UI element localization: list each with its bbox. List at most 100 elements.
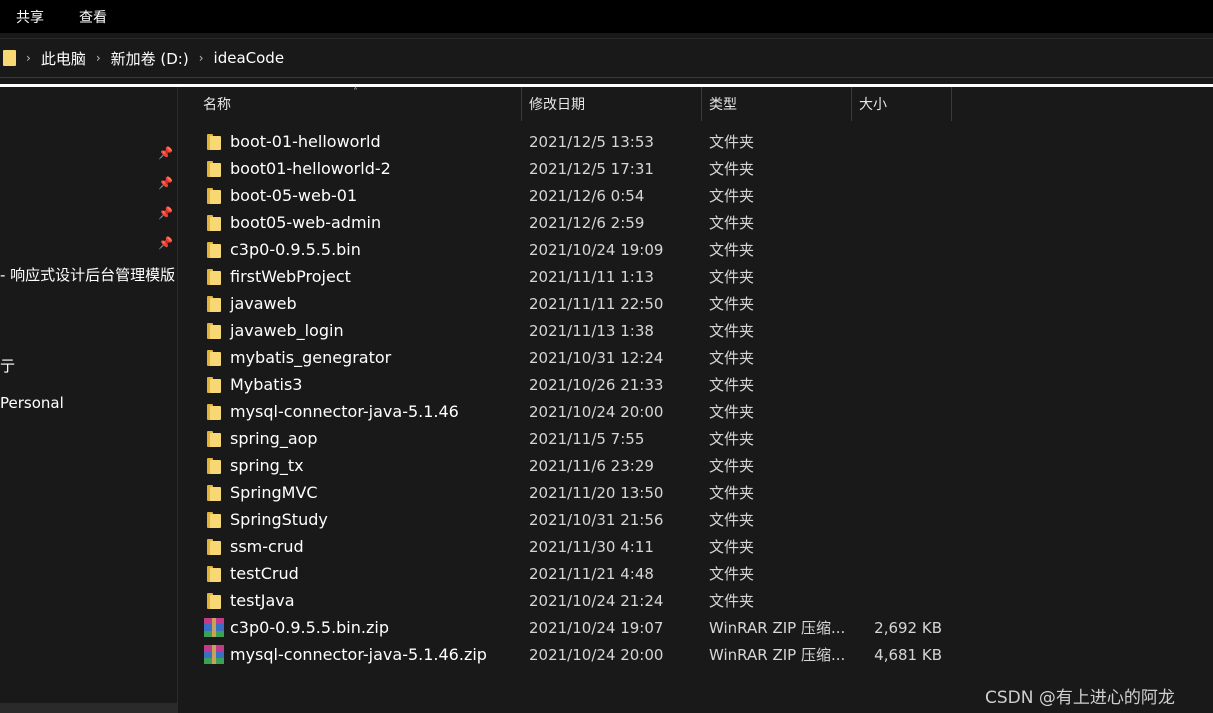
file-name: c3p0-0.9.5.5.bin.zip	[230, 618, 389, 637]
file-row[interactable]: spring_tx 2021/11/6 23:29 文件夹	[179, 452, 1213, 479]
file-name: ssm-crud	[230, 537, 304, 556]
chevron-right-icon[interactable]: ›	[26, 51, 31, 65]
file-type: 文件夹	[709, 160, 755, 178]
file-date: 2021/11/11 1:13	[529, 267, 654, 286]
file-date: 2021/12/5 17:31	[529, 159, 654, 178]
file-size	[859, 344, 942, 371]
file-row[interactable]: testCrud 2021/11/21 4:48 文件夹	[179, 560, 1213, 587]
breadcrumb-drive-d[interactable]: 新加卷 (D:)	[111, 48, 189, 69]
file-date: 2021/11/20 13:50	[529, 483, 664, 502]
folder-icon	[207, 539, 221, 555]
folder-icon	[207, 593, 221, 609]
file-name: testJava	[230, 591, 295, 610]
chevron-right-icon[interactable]: ›	[96, 51, 101, 65]
file-type: 文件夹	[709, 538, 755, 556]
file-row[interactable]: javaweb_login 2021/11/13 1:38 文件夹	[179, 317, 1213, 344]
tab-view[interactable]: 查看	[79, 7, 107, 27]
file-date: 2021/10/24 20:00	[529, 645, 664, 664]
file-row[interactable]: firstWebProject 2021/11/11 1:13 文件夹	[179, 263, 1213, 290]
file-size	[859, 425, 942, 452]
file-row[interactable]: javaweb 2021/11/11 22:50 文件夹	[179, 290, 1213, 317]
file-name: firstWebProject	[230, 267, 351, 286]
file-row[interactable]: c3p0-0.9.5.5.bin.zip 2021/10/24 19:07 WinR…	[179, 614, 1213, 641]
file-date: 2021/12/5 13:53	[529, 132, 654, 151]
file-row[interactable]: boot05-web-admin 2021/12/6 2:59 文件夹	[179, 209, 1213, 236]
winrar-zip-icon	[204, 645, 224, 664]
file-size	[859, 317, 942, 344]
file-name: spring_tx	[230, 456, 304, 475]
file-size	[859, 452, 942, 479]
file-date: 2021/10/31 21:56	[529, 510, 664, 529]
folder-icon	[207, 188, 221, 204]
file-type: 文件夹	[709, 187, 755, 205]
file-size	[859, 371, 942, 398]
file-name: Mybatis3	[230, 375, 303, 394]
breadcrumb-this-pc[interactable]: 此电脑	[41, 48, 86, 69]
pin-icon[interactable]: 📌	[158, 146, 173, 160]
file-row[interactable]: ssm-crud 2021/11/30 4:11 文件夹	[179, 533, 1213, 560]
folder-icon	[207, 485, 221, 501]
file-date: 2021/11/6 23:29	[529, 456, 654, 475]
folder-icon	[3, 50, 16, 66]
nav-item-personal[interactable]: Personal	[0, 394, 64, 412]
file-size	[859, 128, 942, 155]
chevron-right-icon[interactable]: ›	[199, 51, 204, 65]
folder-icon	[207, 512, 221, 528]
file-row[interactable]: mysql-connector-java-5.1.46 2021/10/24 20…	[179, 398, 1213, 425]
file-size	[859, 155, 942, 182]
file-size	[859, 398, 942, 425]
file-name: spring_aop	[230, 429, 318, 448]
file-list: boot-01-helloworld 2021/12/5 13:53 文件夹 boot…	[179, 128, 1213, 668]
nav-item-partial[interactable]: 亍	[0, 355, 15, 376]
column-name[interactable]: 名称	[196, 87, 522, 121]
column-size[interactable]: 大小	[852, 87, 952, 121]
file-name: mysql-connector-java-5.1.46.zip	[230, 645, 487, 664]
file-name: javaweb_login	[230, 321, 344, 340]
column-name-label: 名称	[203, 97, 231, 113]
file-name: boot01-helloworld-2	[230, 159, 391, 178]
file-date: 2021/10/24 21:24	[529, 591, 664, 610]
file-row[interactable]: testJava 2021/10/24 21:24 文件夹	[179, 587, 1213, 614]
file-row[interactable]: mysql-connector-java-5.1.46.zip 2021/10/2…	[179, 641, 1213, 668]
file-type: 文件夹	[709, 403, 755, 421]
folder-icon	[207, 242, 221, 258]
file-row[interactable]: SpringStudy 2021/10/31 21:56 文件夹	[179, 506, 1213, 533]
file-row[interactable]: boot-01-helloworld 2021/12/5 13:53 文件夹	[179, 128, 1213, 155]
file-size	[859, 587, 942, 614]
nav-item-template[interactable]: - 响应式设计后台管理模版	[0, 264, 175, 285]
file-name: mysql-connector-java-5.1.46	[230, 402, 459, 421]
file-row[interactable]: SpringMVC 2021/11/20 13:50 文件夹	[179, 479, 1213, 506]
tab-share[interactable]: 共享	[16, 7, 44, 27]
file-row[interactable]: boot01-helloworld-2 2021/12/5 17:31 文件夹	[179, 155, 1213, 182]
file-size	[859, 533, 942, 560]
pin-icon[interactable]: 📌	[158, 176, 173, 190]
file-name: SpringMVC	[230, 483, 318, 502]
file-row[interactable]: mybatis_genegrator 2021/10/31 12:24 文件夹	[179, 344, 1213, 371]
address-bar[interactable]: › 此电脑 › 新加卷 (D:) › ideaCode	[0, 42, 1213, 74]
nav-scrollbar[interactable]	[0, 703, 178, 713]
file-type: WinRAR ZIP 压缩...	[709, 646, 846, 664]
folder-icon	[207, 458, 221, 474]
folder-icon	[207, 134, 221, 150]
file-size	[859, 506, 942, 533]
file-type: WinRAR ZIP 压缩...	[709, 619, 846, 637]
file-row[interactable]: Mybatis3 2021/10/26 21:33 文件夹	[179, 371, 1213, 398]
file-row[interactable]: boot-05-web-01 2021/12/6 0:54 文件夹	[179, 182, 1213, 209]
pin-icon[interactable]: 📌	[158, 236, 173, 250]
breadcrumb-ideacode[interactable]: ideaCode	[214, 49, 285, 67]
file-type: 文件夹	[709, 511, 755, 529]
file-row[interactable]: spring_aop 2021/11/5 7:55 文件夹	[179, 425, 1213, 452]
file-size	[859, 263, 942, 290]
file-row[interactable]: c3p0-0.9.5.5.bin 2021/10/24 19:09 文件夹	[179, 236, 1213, 263]
folder-icon	[207, 404, 221, 420]
column-type[interactable]: 类型	[702, 87, 852, 121]
file-name: boot05-web-admin	[230, 213, 382, 232]
file-type: 文件夹	[709, 565, 755, 583]
file-type: 文件夹	[709, 457, 755, 475]
pin-icon[interactable]: 📌	[158, 206, 173, 220]
file-type: 文件夹	[709, 241, 755, 259]
folder-icon	[207, 350, 221, 366]
file-date: 2021/10/26 21:33	[529, 375, 664, 394]
column-date[interactable]: 修改日期	[522, 87, 702, 121]
file-type: 文件夹	[709, 295, 755, 313]
